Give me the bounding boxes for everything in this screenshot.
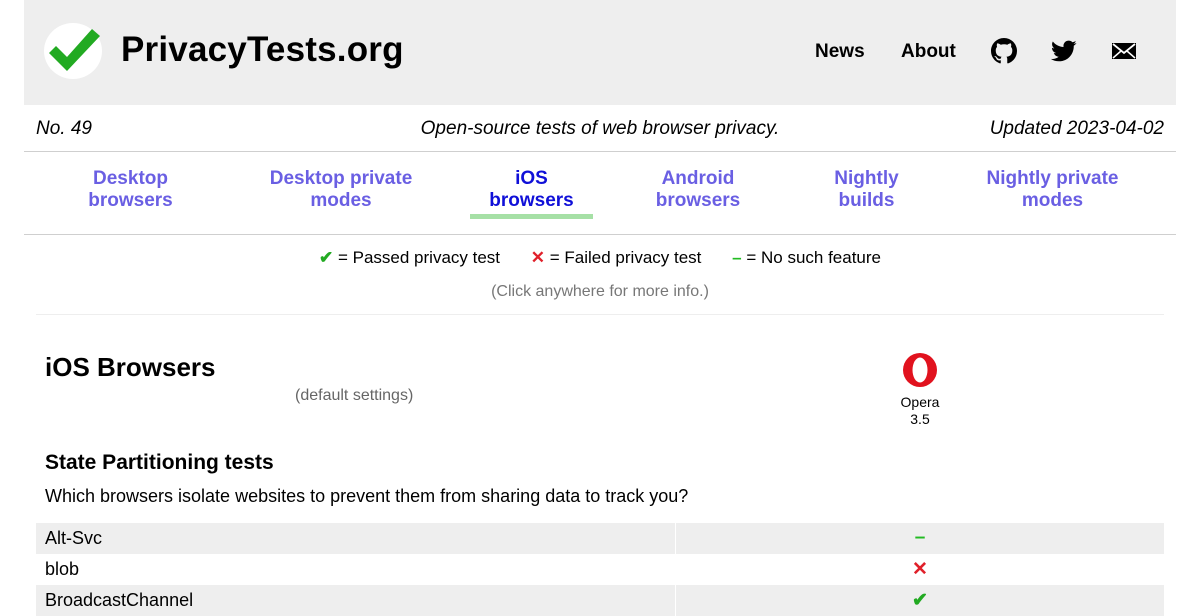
tab-label-line: Desktop private (269, 168, 413, 189)
x-icon: ✕ (530, 248, 546, 267)
tab-nightly-private-modes[interactable]: Nightly private modes (974, 168, 1131, 212)
tab-label-line: browsers (88, 190, 173, 211)
check-icon: ✔ (912, 590, 928, 611)
tab-ios-browsers[interactable]: iOS browsers (470, 168, 593, 212)
column-divider (675, 585, 676, 616)
site-header: PrivacyTests.org News About (24, 0, 1176, 105)
column-divider (675, 523, 676, 554)
dash-icon: – (914, 527, 926, 548)
browser-version: 3.5 (910, 411, 930, 427)
browser-name: Opera (900, 394, 940, 410)
site-title[interactable]: PrivacyTests.org (121, 30, 404, 70)
legend-fail: ✕ = Failed privacy test (531, 248, 702, 268)
browser-column-opera[interactable]: Opera 3.5 (880, 352, 960, 428)
tab-nightly-builds[interactable]: Nightly builds (819, 168, 914, 212)
tab-label-line: modes (1021, 190, 1084, 211)
twitter-icon[interactable] (1050, 38, 1079, 66)
opera-icon (903, 353, 937, 387)
tab-label-line: Nightly private (986, 168, 1119, 189)
divider (36, 314, 1164, 315)
tab-label-line: modes (310, 190, 372, 211)
test-name: BroadcastChannel (45, 590, 194, 610)
tab-desktop-browsers[interactable]: Desktop browsers (78, 168, 183, 212)
tab-label-line: iOS (515, 168, 548, 189)
updated-date: Updated 2023-04-02 (989, 118, 1164, 139)
tab-label-line: browsers (489, 190, 574, 211)
test-group-title: State Partitioning tests (45, 451, 274, 474)
subheader-bar: No. 49 Open-source tests of web browser … (24, 105, 1176, 152)
x-icon: ✕ (912, 559, 928, 580)
legend-none: – = No such feature (732, 248, 881, 268)
active-tab-indicator (470, 214, 593, 219)
nav-about-link[interactable]: About (901, 41, 956, 63)
browser-category-tabs: Desktop browsers Desktop private modes i… (24, 152, 1176, 235)
checkmark-logo-icon[interactable] (44, 23, 102, 79)
github-icon[interactable] (991, 38, 1019, 66)
tab-desktop-private-modes[interactable]: Desktop private modes (261, 168, 421, 212)
tab-label-line: Desktop (93, 168, 168, 189)
table-row[interactable]: blob ✕ (36, 554, 1164, 585)
test-name: Alt-Svc (45, 528, 103, 548)
tab-label-line: builds (838, 190, 895, 211)
table-row[interactable]: BroadcastChannel ✔ (36, 585, 1164, 616)
default-settings-note: (default settings) (295, 387, 414, 404)
click-info-hint: (Click anywhere for more info.) (491, 283, 709, 300)
tab-label-line: Android (661, 168, 735, 189)
test-name: blob (45, 559, 80, 579)
tab-label-line: browsers (655, 190, 741, 211)
dash-icon: – (732, 248, 742, 267)
legend-none-text: = No such feature (746, 248, 882, 267)
legend-pass-text: = Passed privacy test (337, 248, 501, 267)
tab-label-line: Nightly (834, 168, 899, 189)
legend-fail-text: = Failed privacy test (549, 248, 702, 267)
legend: ✔ = Passed privacy test ✕ = Failed priva… (0, 248, 1200, 268)
nav-news-link[interactable]: News (815, 41, 865, 63)
tab-android-browsers[interactable]: Android browsers (646, 168, 750, 212)
test-group-description: Which browsers isolate websites to preve… (45, 486, 689, 506)
table-row[interactable]: Alt-Svc – (36, 523, 1164, 554)
legend-pass: ✔ = Passed privacy test (319, 248, 500, 268)
check-icon: ✔ (318, 248, 334, 267)
section-title: iOS Browsers (45, 352, 216, 382)
email-icon[interactable] (1111, 38, 1139, 66)
